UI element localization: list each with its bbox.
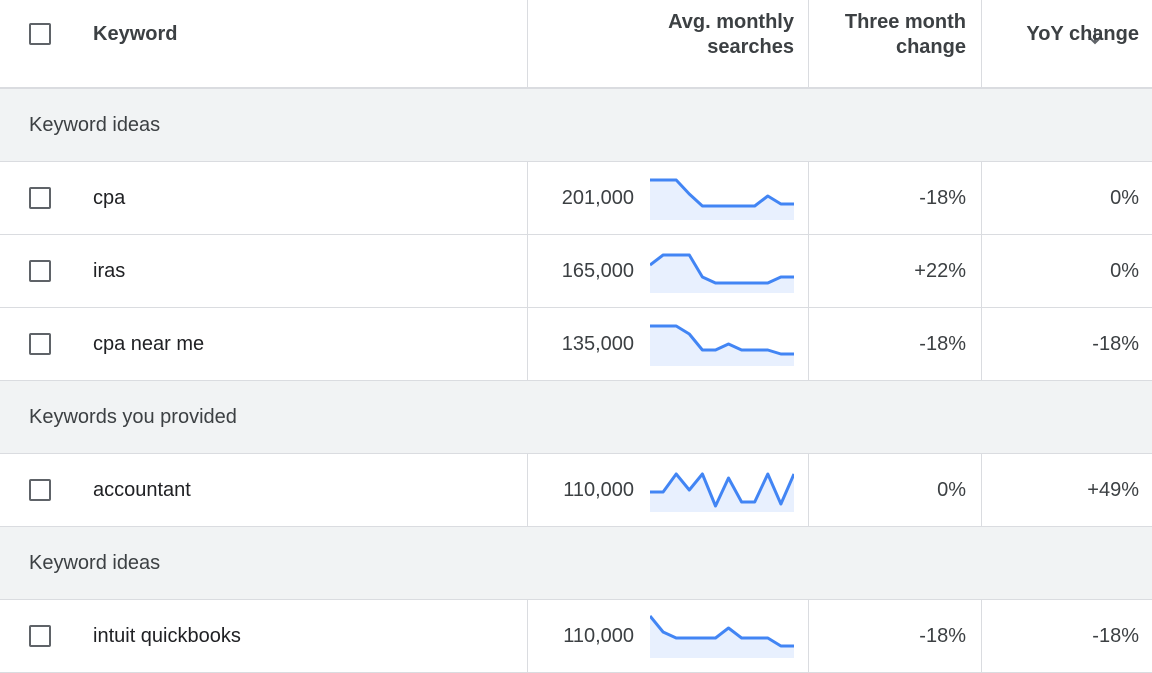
table-header: Keyword Avg. monthly searches Three mont… bbox=[0, 0, 1152, 89]
three-month-change-value: -18% bbox=[919, 187, 966, 209]
yoy-change-cell: -18% bbox=[982, 600, 1152, 672]
section-label: Keyword ideas bbox=[29, 114, 161, 136]
three-month-change-cell: -18% bbox=[809, 308, 982, 380]
three-header-line1: Three month bbox=[844, 11, 966, 33]
keyword-text: intuit quickbooks bbox=[93, 625, 241, 647]
avg-monthly-searches-value: 201,000 bbox=[561, 187, 634, 209]
yoy-header-label: YoY change bbox=[1026, 23, 1139, 45]
yoy-change-value: +49% bbox=[1087, 479, 1139, 501]
avg-monthly-searches-value: 110,000 bbox=[563, 625, 634, 647]
avg-monthly-searches-value: 135,000 bbox=[561, 333, 634, 355]
avg-header-line1: Avg. monthly bbox=[668, 11, 794, 33]
three-month-change-value: +22% bbox=[914, 260, 966, 282]
row-checkbox[interactable] bbox=[29, 333, 51, 355]
row-checkbox[interactable] bbox=[29, 625, 51, 647]
keyword-table: Keyword Avg. monthly searches Three mont… bbox=[0, 0, 1152, 673]
table-row[interactable]: cpa 201,000 -18% 0% bbox=[0, 162, 1152, 235]
yoy-change-cell: 0% bbox=[982, 235, 1152, 307]
keyword-header-label: Keyword bbox=[93, 23, 178, 45]
keyword-text: cpa bbox=[93, 187, 126, 209]
table-row[interactable]: cpa near me 135,000 -18% -18% bbox=[0, 308, 1152, 381]
yoy-change-value: -18% bbox=[1092, 333, 1139, 355]
three-month-change-column-header[interactable]: Three month change bbox=[809, 0, 982, 87]
keyword-cell: intuit quickbooks bbox=[0, 600, 528, 672]
keyword-column-header[interactable]: Keyword bbox=[0, 0, 528, 87]
avg-header-line2: searches bbox=[707, 36, 794, 58]
table-row[interactable]: iras 165,000 +22% 0% bbox=[0, 235, 1152, 308]
three-month-change-value: -18% bbox=[919, 333, 966, 355]
three-month-change-cell: +22% bbox=[809, 235, 982, 307]
table-row[interactable]: intuit quickbooks 110,000 -18% -18% bbox=[0, 600, 1152, 673]
row-checkbox[interactable] bbox=[29, 479, 51, 501]
sparkline-area bbox=[650, 255, 794, 293]
section-label: Keywords you provided bbox=[29, 406, 237, 428]
three-month-change-value: 0% bbox=[937, 479, 966, 501]
table-row[interactable]: accountant 110,000 0% +49% bbox=[0, 454, 1152, 527]
trend-sparkline bbox=[650, 472, 794, 512]
keyword-cell: iras bbox=[0, 235, 528, 307]
avg-monthly-searches-column-header[interactable]: Avg. monthly searches bbox=[528, 0, 1103, 87]
yoy-change-value: 0% bbox=[1110, 260, 1139, 282]
three-header-line2: change bbox=[895, 36, 966, 58]
three-month-change-value: -18% bbox=[919, 625, 966, 647]
trend-sparkline bbox=[650, 615, 794, 658]
section-header: Keyword ideas bbox=[0, 527, 1152, 600]
trend-sparkline bbox=[650, 324, 794, 366]
keyword-cell: accountant bbox=[0, 454, 528, 526]
avg-monthly-searches-value: 110,000 bbox=[563, 479, 634, 501]
select-all-checkbox[interactable] bbox=[29, 23, 51, 45]
avg-monthly-searches-value: 165,000 bbox=[561, 260, 634, 282]
section-header: Keyword ideas bbox=[0, 89, 1152, 162]
three-month-change-cell: -18% bbox=[809, 162, 982, 234]
row-checkbox[interactable] bbox=[29, 260, 51, 282]
yoy-change-cell: -18% bbox=[982, 308, 1152, 380]
yoy-change-value: 0% bbox=[1110, 187, 1139, 209]
keyword-text: cpa near me bbox=[93, 333, 205, 355]
yoy-change-cell: +49% bbox=[982, 454, 1152, 526]
section-label: Keyword ideas bbox=[29, 552, 161, 574]
row-checkbox[interactable] bbox=[29, 187, 51, 209]
three-month-change-cell: 0% bbox=[809, 454, 982, 526]
yoy-change-column-header[interactable]: YoY change bbox=[982, 0, 1152, 87]
keyword-cell: cpa bbox=[0, 162, 528, 234]
three-month-change-cell: -18% bbox=[809, 600, 982, 672]
keyword-text: iras bbox=[93, 260, 126, 282]
keyword-text: accountant bbox=[93, 479, 191, 501]
section-header: Keywords you provided bbox=[0, 381, 1152, 454]
yoy-change-cell: 0% bbox=[982, 162, 1152, 234]
trend-sparkline bbox=[650, 178, 794, 220]
keyword-cell: cpa near me bbox=[0, 308, 528, 380]
trend-sparkline bbox=[650, 253, 794, 293]
yoy-change-value: -18% bbox=[1092, 625, 1139, 647]
